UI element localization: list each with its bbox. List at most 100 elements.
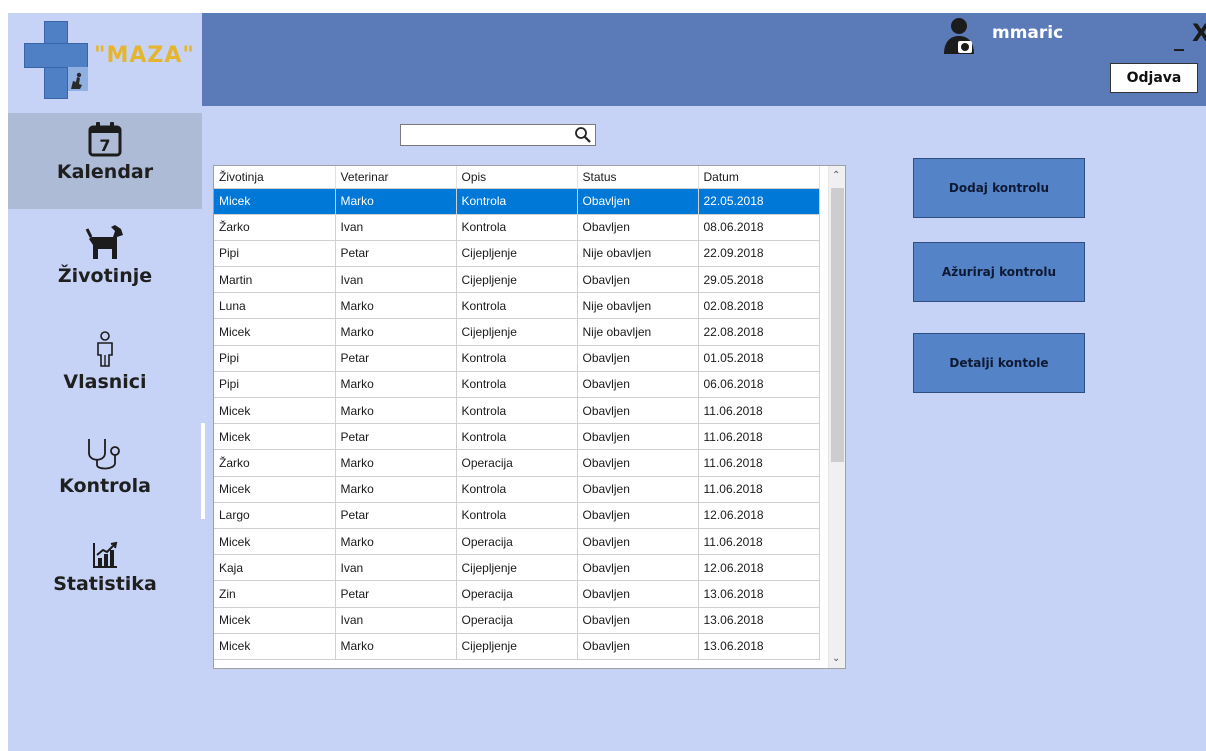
cell-datum: 08.06.2018 [698, 214, 820, 241]
stethoscope-icon [88, 439, 120, 470]
table-scrollbar[interactable]: ⌃ ⌄ [828, 166, 845, 668]
table-row[interactable]: Pipi Petar Kontrola Obavljen 01.05.2018 [214, 345, 820, 372]
table-row[interactable]: Micek Marko Operacija Obavljen 11.06.2018 [214, 528, 820, 556]
scrollbar-thumb[interactable] [831, 188, 844, 462]
cell-zivotinja: Pipi [214, 371, 336, 399]
cell-veterinar: Marko [335, 633, 457, 660]
table-row[interactable]: Martin Ivan Cijepljenje Obavljen 29.05.2018 [214, 266, 820, 294]
close-button[interactable]: X [1192, 19, 1206, 47]
column-header-veterinar[interactable]: Veterinar [335, 166, 457, 189]
search-icon[interactable] [574, 126, 592, 144]
table-row[interactable]: Pipi Petar Cijepljenje Nije obavljen 22.09.2… [214, 240, 820, 268]
column-header-zivotinja[interactable]: Životinja [214, 166, 336, 189]
minimize-button[interactable]: _ [1174, 27, 1184, 51]
cell-datum: 11.06.2018 [698, 476, 820, 503]
username-label: mmaric [992, 23, 1064, 43]
cell-status: Obavljen [577, 476, 699, 503]
table-row[interactable]: Luna Marko Kontrola Nije obavljen 02.08.2018 [214, 292, 820, 320]
add-control-button[interactable]: Dodaj kontrolu [913, 158, 1085, 218]
table-row[interactable]: Micek Marko Kontrola Obavljen 11.06.2018 [214, 476, 820, 503]
cell-opis: Cijepljenje [456, 633, 578, 660]
dog-icon [85, 225, 123, 259]
table-row[interactable]: Micek Ivan Operacija Obavljen 13.06.2018 [214, 607, 820, 634]
sidebar-item-kontrola[interactable]: Kontrola [8, 431, 202, 517]
cell-opis: Operacija [456, 580, 578, 608]
cell-status: Obavljen [577, 449, 699, 477]
sidebar-item-label: Kalendar [56, 161, 154, 183]
cell-veterinar: Marko [335, 449, 457, 477]
app-window: "MAZA" mmaric _ X Odjava 7 Kalendar Živo… [8, 13, 1206, 751]
table-row[interactable]: Pipi Marko Kontrola Obavljen 06.06.2018 [214, 371, 820, 399]
cell-status: Obavljen [577, 423, 699, 451]
cell-veterinar: Ivan [335, 554, 457, 582]
cell-zivotinja: Micek [214, 397, 336, 425]
table-row[interactable]: Kaja Ivan Cijepljenje Obavljen 12.06.2018 [214, 554, 820, 582]
sidebar-item-vlasnici[interactable]: Vlasnici [8, 327, 202, 413]
table-row[interactable]: Žarko Marko Operacija Obavljen 11.06.2018 [214, 449, 820, 477]
cell-zivotinja: Largo [214, 502, 336, 529]
cell-status: Obavljen [577, 528, 699, 556]
cell-status: Nije obavljen [577, 318, 699, 346]
column-header-status[interactable]: Status [577, 166, 699, 189]
table-row[interactable]: Micek Marko Kontrola Obavljen 11.06.2018 [214, 397, 820, 425]
cell-veterinar: Marko [335, 476, 457, 503]
cell-status: Obavljen [577, 554, 699, 582]
cell-status: Obavljen [577, 214, 699, 241]
user-avatar-icon [944, 18, 974, 54]
cell-status: Nije obavljen [577, 292, 699, 320]
column-header-opis[interactable]: Opis [456, 166, 578, 189]
table-row[interactable]: Zin Petar Operacija Obavljen 13.06.2018 [214, 580, 820, 608]
cell-status: Obavljen [577, 188, 699, 215]
cell-veterinar: Petar [335, 580, 457, 608]
calendar-day-number: 7 [99, 136, 110, 155]
table-row[interactable]: Micek Petar Kontrola Obavljen 11.06.2018 [214, 423, 820, 451]
cell-status: Obavljen [577, 502, 699, 529]
cell-datum: 13.06.2018 [698, 607, 820, 634]
update-control-button[interactable]: Ažuriraj kontrolu [913, 242, 1085, 302]
scroll-up-icon[interactable]: ⌃ [832, 170, 840, 181]
cell-status: Obavljen [577, 607, 699, 634]
cell-zivotinja: Žarko [214, 449, 336, 477]
table-row[interactable]: Micek Marko Cijepljenje Obavljen 13.06.2018 [214, 633, 820, 660]
table-row[interactable]: Micek Marko Kontrola Obavljen 22.05.2018 [214, 188, 820, 215]
cell-zivotinja: Martin [214, 266, 336, 294]
column-header-datum[interactable]: Datum [698, 166, 820, 189]
cell-opis: Cijepljenje [456, 554, 578, 582]
sidebar-item-zivotinje[interactable]: Životinje [8, 219, 202, 305]
cell-opis: Kontrola [456, 214, 578, 241]
sidebar-selection-marker [201, 423, 205, 519]
cell-veterinar: Ivan [335, 214, 457, 241]
cell-veterinar: Petar [335, 345, 457, 372]
table-row[interactable]: Micek Marko Cijepljenje Nije obavljen 22.08.… [214, 318, 820, 346]
search-box [400, 124, 596, 146]
cell-opis: Cijepljenje [456, 318, 578, 346]
cell-opis: Kontrola [456, 502, 578, 529]
sidebar-item-kalendar[interactable]: 7 Kalendar [8, 113, 202, 209]
cell-veterinar: Marko [335, 528, 457, 556]
chart-icon [93, 541, 118, 568]
cell-status: Obavljen [577, 371, 699, 399]
table-row[interactable]: Largo Petar Kontrola Obavljen 12.06.2018 [214, 502, 820, 529]
cell-zivotinja: Micek [214, 633, 336, 660]
cell-datum: 13.06.2018 [698, 580, 820, 608]
search-input[interactable] [401, 126, 571, 146]
cell-veterinar: Ivan [335, 266, 457, 294]
cell-opis: Kontrola [456, 423, 578, 451]
sidebar-item-label: Statistika [53, 573, 157, 595]
sidebar-item-statistika[interactable]: Statistika [8, 535, 202, 621]
cell-zivotinja: Kaja [214, 554, 336, 582]
cell-zivotinja: Žarko [214, 214, 336, 241]
person-icon [97, 331, 113, 367]
control-details-button[interactable]: Detalji kontole [913, 333, 1085, 393]
scroll-down-icon[interactable]: ⌄ [832, 653, 840, 664]
cell-opis: Operacija [456, 607, 578, 634]
table-row[interactable]: Žarko Ivan Kontrola Obavljen 08.06.2018 [214, 214, 820, 241]
cell-datum: 11.06.2018 [698, 528, 820, 556]
controls-table[interactable]: Životinja Veterinar Opis Status Datum Mi… [213, 165, 846, 669]
cell-status: Nije obavljen [577, 240, 699, 268]
cell-datum: 06.06.2018 [698, 371, 820, 399]
cell-datum: 29.05.2018 [698, 266, 820, 294]
cell-zivotinja: Micek [214, 423, 336, 451]
cell-datum: 11.06.2018 [698, 449, 820, 477]
logout-button[interactable]: Odjava [1110, 63, 1198, 93]
